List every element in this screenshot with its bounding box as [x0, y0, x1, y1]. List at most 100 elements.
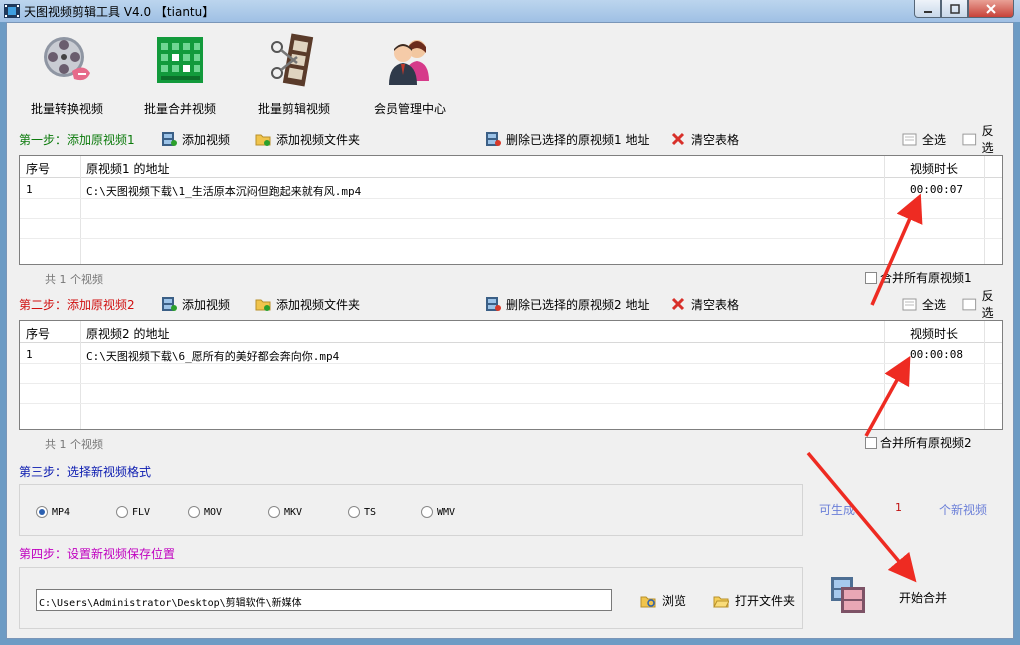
count-prefix: 共	[45, 273, 56, 286]
browse-button[interactable]: 浏览	[640, 592, 686, 609]
format-label: MOV	[204, 506, 223, 518]
step1-add-folder-button[interactable]: 添加视频文件夹	[255, 129, 360, 149]
batch-edit-label: 批量剪辑视频	[257, 102, 330, 116]
maximize-icon	[949, 3, 960, 14]
step1-select-all-label: 全选	[922, 132, 947, 147]
step2-select-all-button[interactable]: 全选	[901, 294, 946, 314]
row-index: 1	[26, 348, 33, 361]
format-radio-mp4[interactable]: MP4	[36, 506, 70, 518]
format-radio-mkv[interactable]: MKV	[268, 506, 302, 518]
batch-edit-button[interactable]: 批量剪辑视频	[244, 33, 344, 117]
checkbox-box	[865, 271, 877, 284]
step1-invert-button[interactable]: 反选	[961, 124, 1005, 155]
format-label: MP4	[52, 506, 71, 518]
radio-dot	[116, 506, 128, 518]
step2-merge-all-checkbox[interactable]: 合并所有原视频2	[865, 434, 972, 451]
col-index: 序号	[26, 162, 51, 176]
add-video-icon	[162, 132, 177, 146]
step1-delete-selected-label: 删除已选择的原视频1 地址	[506, 132, 650, 147]
format-group: MP4 FLV MOV MKV TS WMV	[19, 484, 803, 536]
step1-merge-all-checkbox[interactable]: 合并所有原视频1	[865, 269, 972, 286]
count-suffix: 个视频	[70, 438, 103, 451]
step1-add-video-label: 添加视频	[182, 132, 231, 147]
main-panel: 批量转换视频 批量合并视频 批量剪辑视频 会员管理中心 第一步：添加原视频1 添…	[6, 22, 1014, 639]
step1-invert-label: 反选	[981, 124, 994, 155]
step2-video-table[interactable]: 序号 原视频2 的地址 视频时长 1 C:\天图视频下载\6_愿所有的美好都会奔…	[19, 320, 1003, 430]
batch-merge-button[interactable]: 批量合并视频	[130, 33, 230, 117]
member-center-button[interactable]: 会员管理中心	[360, 33, 460, 117]
open-folder-button[interactable]: 打开文件夹	[713, 592, 795, 609]
step2-title: 第二步：添加原视频2	[19, 298, 135, 312]
folder-icon	[255, 134, 271, 146]
table-header: 序号 原视频2 的地址 视频时长	[20, 321, 1002, 343]
step1-count: 共 1 个视频	[45, 271, 103, 287]
open-folder-label: 打开文件夹	[735, 594, 796, 608]
format-label: TS	[364, 506, 377, 518]
film-reel-icon	[44, 37, 90, 81]
invert-selection-icon	[962, 298, 977, 311]
step2-clear-table-label: 清空表格	[691, 297, 740, 312]
row-duration: 00:00:07	[910, 183, 963, 196]
step2-invert-button[interactable]: 反选	[961, 289, 1005, 320]
minimize-button[interactable]	[914, 0, 941, 18]
col-index: 序号	[26, 327, 51, 341]
step1-add-video-button[interactable]: 添加视频	[161, 129, 230, 149]
members-icon	[389, 40, 429, 85]
step2-clear-table-button[interactable]: 清空表格	[670, 294, 739, 314]
step1-merge-all-label: 合并所有原视频1	[880, 271, 972, 285]
step2-merge-all-label: 合并所有原视频2	[880, 436, 972, 450]
format-radio-wmv[interactable]: WMV	[421, 506, 455, 518]
step3-header: 第三步：选择新视频格式	[19, 461, 1005, 481]
maximize-button[interactable]	[941, 0, 968, 18]
merge-grid-icon	[157, 37, 203, 83]
step4-header: 第四步：设置新视频保存位置	[19, 543, 1005, 563]
step1-title: 第一步：添加原视频1	[19, 133, 135, 147]
step2-invert-label: 反选	[981, 289, 994, 320]
count-suffix: 个视频	[70, 273, 103, 286]
step1-select-all-button[interactable]: 全选	[901, 129, 946, 149]
save-path-input[interactable]: C:\Users\Administrator\Desktop\剪辑软件\新媒体	[36, 589, 612, 611]
step1-clear-table-button[interactable]: 清空表格	[670, 129, 739, 149]
format-label: FLV	[132, 506, 151, 518]
step1-add-folder-label: 添加视频文件夹	[276, 132, 361, 147]
film-delete-icon	[486, 297, 501, 311]
step2-add-folder-label: 添加视频文件夹	[276, 297, 361, 312]
count-value: 1	[59, 438, 67, 451]
film-scissors-icon	[271, 33, 314, 87]
format-radio-mov[interactable]: MOV	[188, 506, 222, 518]
step2-add-video-label: 添加视频	[182, 297, 231, 312]
step1-video-table[interactable]: 序号 原视频1 的地址 视频时长 1 C:\天图视频下载\1_生活原本沉闷但跑起…	[19, 155, 1003, 265]
row-path: C:\天图视频下载\6_愿所有的美好都会奔向你.mp4	[86, 350, 340, 363]
open-folder-icon	[713, 596, 729, 607]
batch-convert-button[interactable]: 批量转换视频	[17, 33, 117, 117]
step2-add-video-button[interactable]: 添加视频	[161, 294, 230, 314]
step1-clear-table-label: 清空表格	[691, 132, 740, 147]
batch-merge-label: 批量合并视频	[143, 102, 216, 116]
close-button[interactable]	[968, 0, 1014, 18]
step2-add-folder-button[interactable]: 添加视频文件夹	[255, 294, 360, 314]
app-icon	[4, 4, 20, 18]
folder-icon	[255, 299, 271, 311]
radio-dot	[348, 506, 360, 518]
film-delete-icon	[486, 132, 501, 146]
format-radio-ts[interactable]: TS	[348, 506, 376, 518]
start-merge-button[interactable]: 开始合并	[825, 571, 985, 621]
minimize-icon	[923, 10, 932, 13]
row-duration: 00:00:08	[910, 348, 963, 361]
step1-delete-selected-button[interactable]: 删除已选择的原视频1 地址	[485, 129, 649, 149]
browse-label: 浏览	[662, 594, 687, 608]
add-video-icon	[162, 297, 177, 311]
member-center-label: 会员管理中心	[373, 102, 446, 116]
format-radio-flv[interactable]: FLV	[116, 506, 150, 518]
step2-toolbar: 第二步：添加原视频2 添加视频 添加视频文件夹 删除已选择的原视频2 地址 清空…	[19, 289, 1005, 320]
format-label: WMV	[437, 506, 456, 518]
red-x-icon	[671, 297, 685, 311]
red-x-icon	[671, 132, 685, 146]
count-value: 1	[59, 273, 67, 286]
col-path: 原视频2 的地址	[86, 327, 170, 341]
count-prefix: 共	[45, 438, 56, 451]
row-path: C:\天图视频下载\1_生活原本沉闷但跑起来就有风.mp4	[86, 185, 362, 198]
col-duration: 视频时长	[910, 162, 959, 176]
step2-delete-selected-button[interactable]: 删除已选择的原视频2 地址	[485, 294, 649, 314]
format-label: MKV	[284, 506, 303, 518]
